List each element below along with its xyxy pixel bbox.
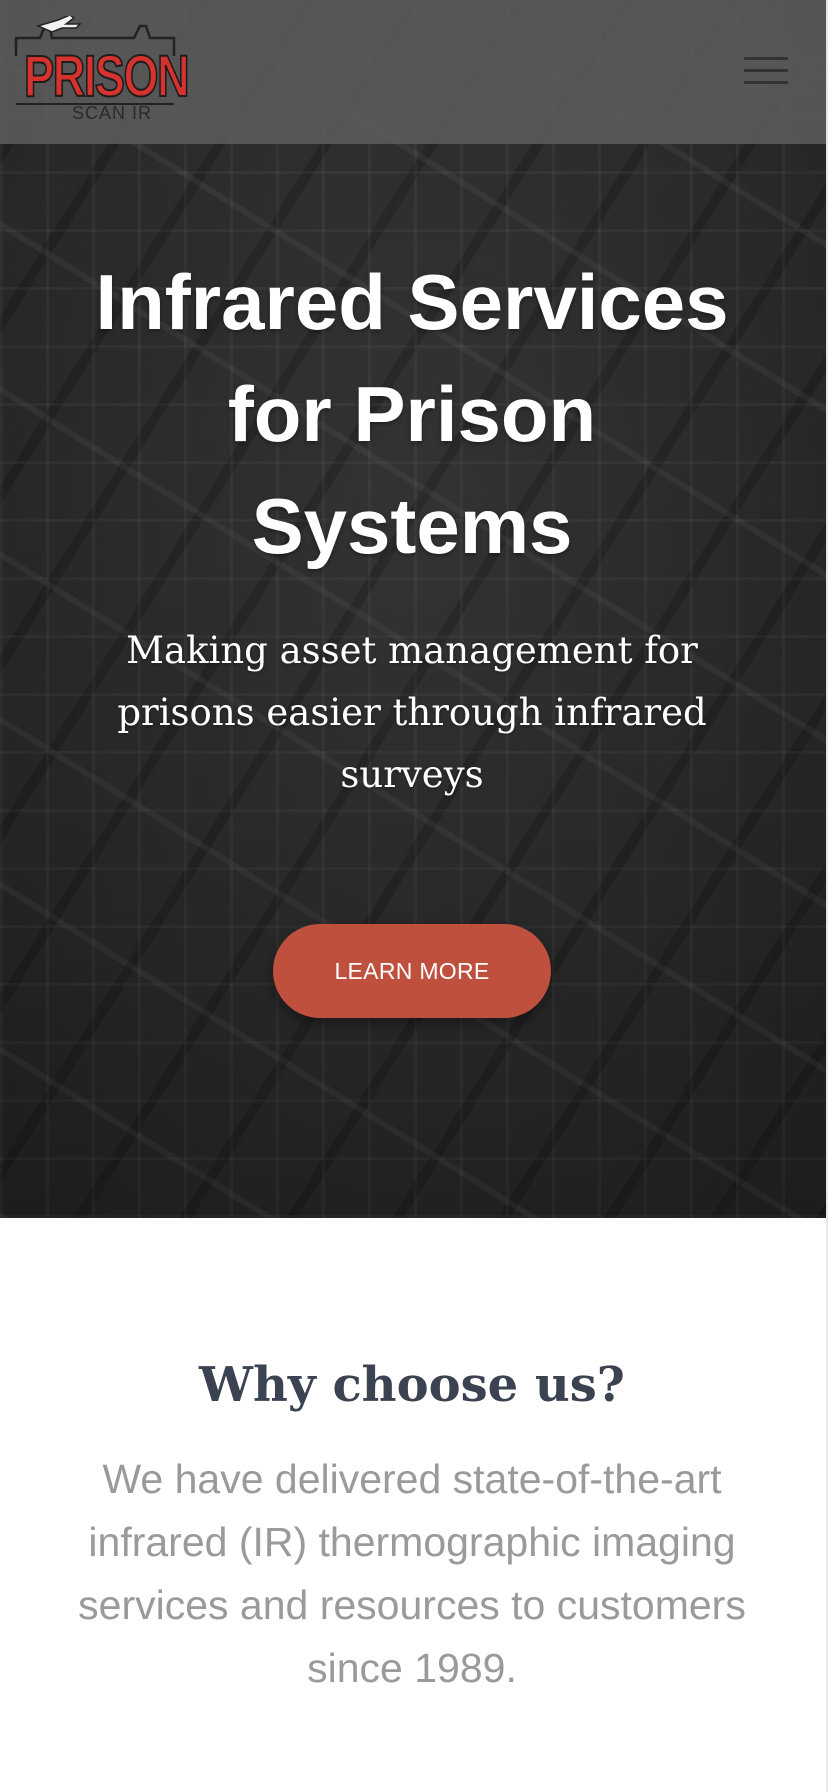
why-choose-us-section: Why choose us? We have delivered state-o… xyxy=(0,1218,828,1792)
learn-more-button[interactable]: LEARN MORE xyxy=(273,924,551,1018)
hero-background-overlay xyxy=(0,0,828,1218)
menu-bar xyxy=(744,81,788,84)
section-description: We have delivered state-of-the-art infra… xyxy=(78,1456,746,1691)
hero-title: Infrared Services for Prison Systems xyxy=(95,258,729,570)
menu-bar xyxy=(744,69,788,72)
hero-subtitle: Making asset management for prisons easi… xyxy=(117,629,707,796)
logo-wordmark: PRISON xyxy=(23,44,190,109)
site-header: PRISON SCAN IR xyxy=(0,0,826,144)
logo-subtitle: SCAN IR xyxy=(72,103,153,123)
prison-scan-ir-logo[interactable]: PRISON SCAN IR xyxy=(14,16,190,124)
section-title: Why choose us? xyxy=(199,1357,625,1413)
hero-section: Infrared Services for Prison Systems Mak… xyxy=(0,0,828,1218)
menu-bar xyxy=(744,57,788,60)
hamburger-menu-icon[interactable] xyxy=(740,52,792,88)
